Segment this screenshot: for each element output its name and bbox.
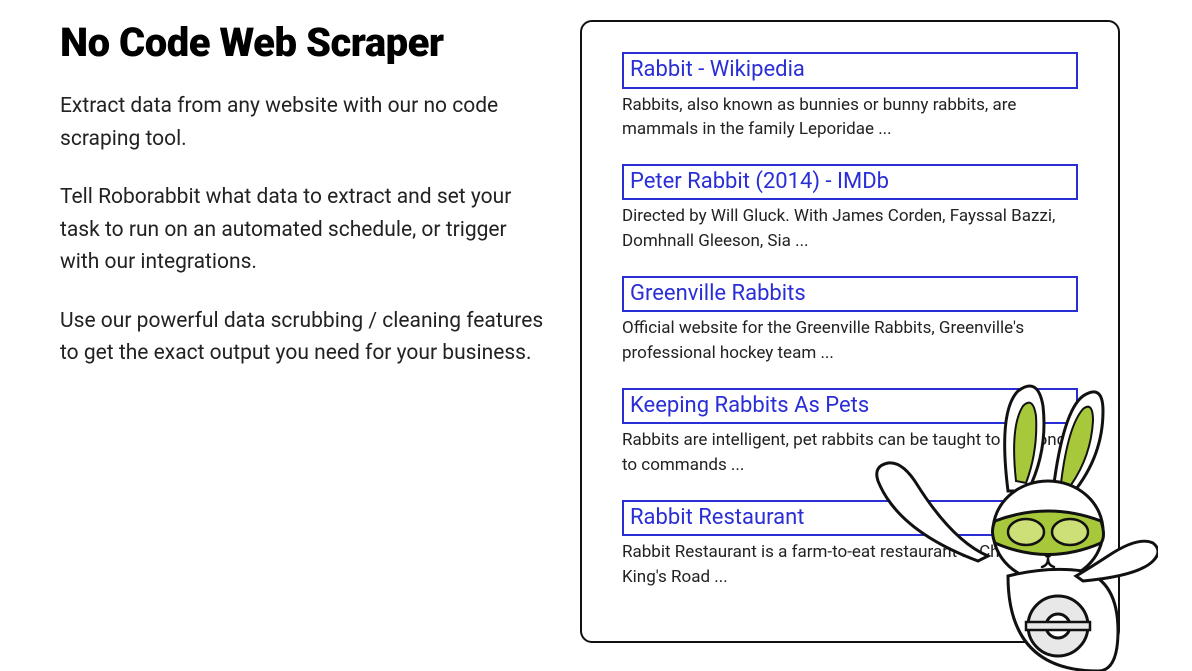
search-result: Peter Rabbit (2014) - IMDb Directed by W…	[622, 164, 1078, 254]
result-title-link[interactable]: Peter Rabbit (2014) - IMDb	[622, 164, 1078, 201]
intro-paragraph-2: Tell Roborabbit what data to extract and…	[60, 181, 550, 279]
result-snippet: Rabbits are intelligent, pet rabbits can…	[622, 428, 1078, 477]
text-column: No Code Web Scraper Extract data from an…	[60, 20, 580, 657]
search-result: Rabbit Restaurant Rabbit Restaurant is a…	[622, 500, 1078, 590]
result-title-link[interactable]: Rabbit Restaurant	[622, 500, 1078, 537]
intro-paragraph-3: Use our powerful data scrubbing / cleani…	[60, 305, 550, 370]
result-title-link[interactable]: Greenville Rabbits	[622, 276, 1078, 313]
result-title-link[interactable]: Rabbit - Wikipedia	[622, 52, 1078, 89]
result-snippet: Directed by Will Gluck. With James Corde…	[622, 204, 1078, 253]
intro-paragraph-1: Extract data from any website with our n…	[60, 90, 550, 155]
result-snippet: Official website for the Greenville Rabb…	[622, 316, 1078, 365]
result-title-link[interactable]: Keeping Rabbits As Pets	[622, 388, 1078, 425]
search-result: Keeping Rabbits As Pets Rabbits are inte…	[622, 388, 1078, 478]
results-panel: Rabbit - Wikipedia Rabbits, also known a…	[580, 20, 1120, 643]
page-heading: No Code Web Scraper	[60, 20, 550, 66]
result-snippet: Rabbits, also known as bunnies or bunny …	[622, 93, 1078, 142]
result-snippet: Rabbit Restaurant is a farm-to-eat resta…	[622, 540, 1078, 589]
search-result: Rabbit - Wikipedia Rabbits, also known a…	[622, 52, 1078, 142]
search-result: Greenville Rabbits Official website for …	[622, 276, 1078, 366]
